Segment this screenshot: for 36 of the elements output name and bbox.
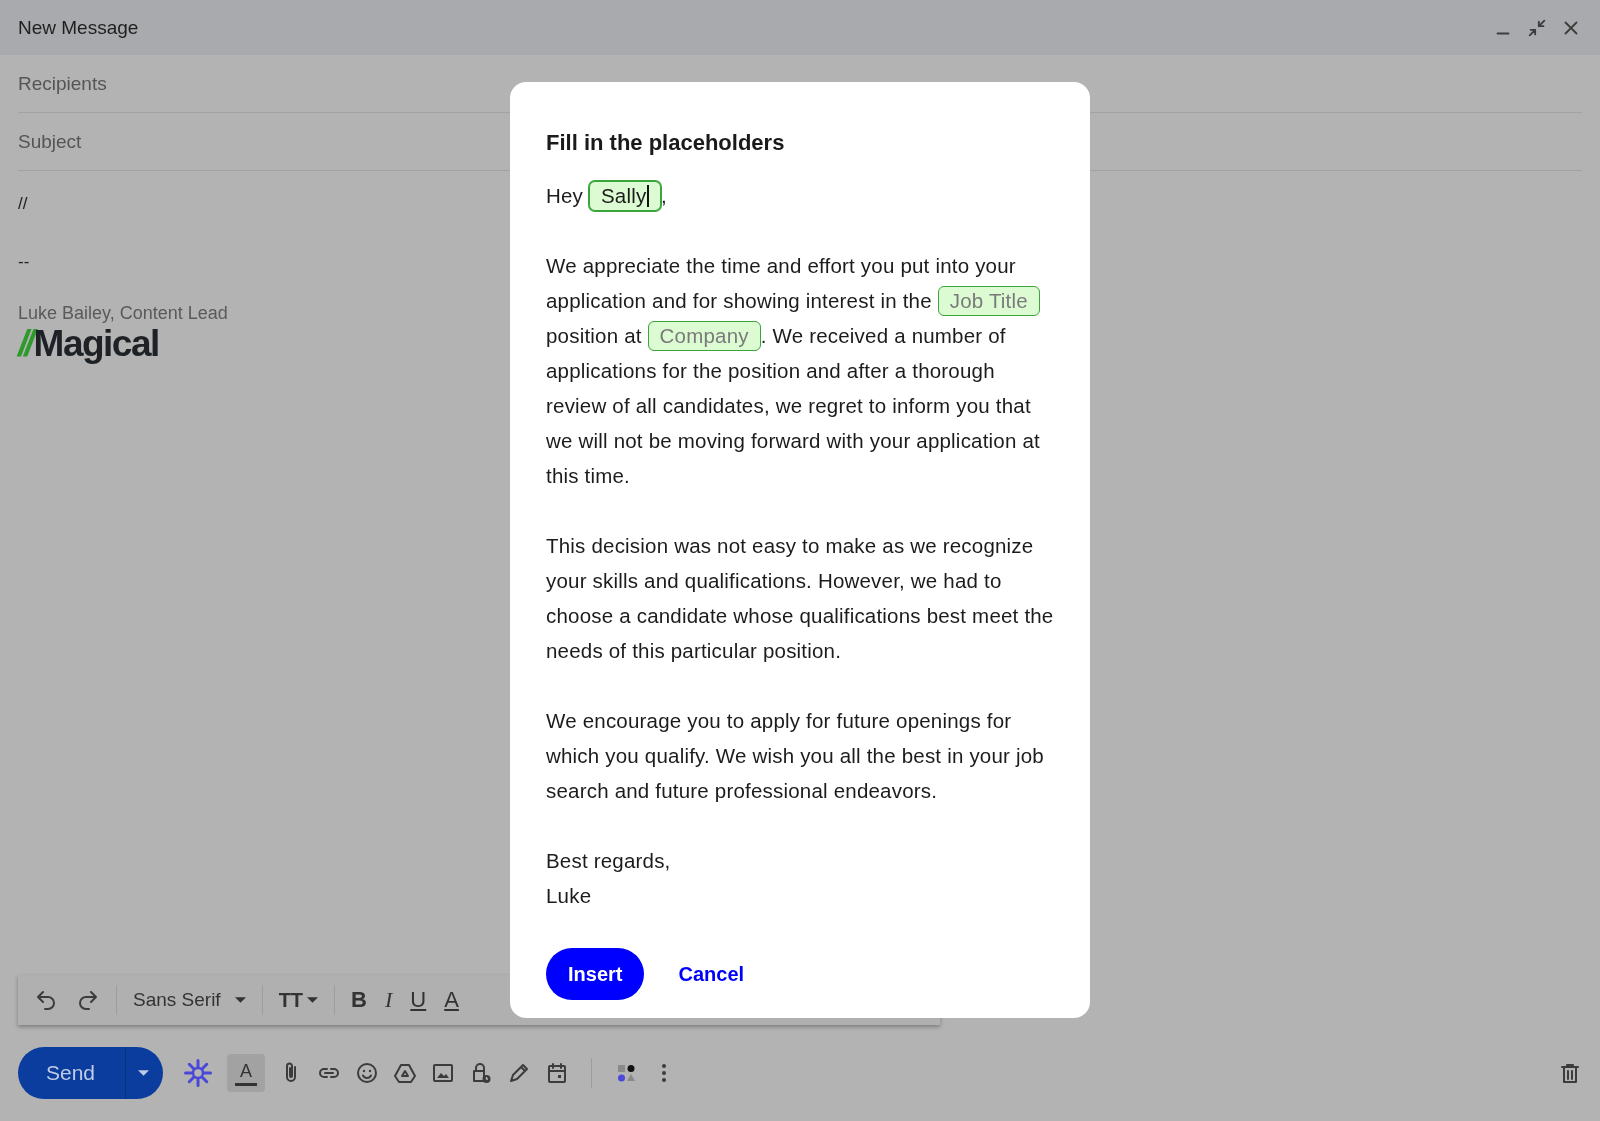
message-text: We appreciate the time and effort you put into your application and for showing interest in the Job Title position at Company . We received a number of applications for the position and after a thorough review of all candidates, we regret to inform you that we will not be moving forward with your application at this time. <box>546 253 1041 489</box>
body-text: -- <box>18 252 30 271</box>
message-text: We encourage you to apply for future openings for which you qualify. We wish you all the best in your job search and future professional endeavors. <box>546 708 1045 804</box>
message-text: This decision was not easy to make as we recognize your skills and qualifications. However, we had to choose a candidate whose qualifications best meet the needs of this particular position. <box>546 533 1055 664</box>
dialog-title: Fill in the placeholders <box>546 130 786 156</box>
format-button[interactable]: A <box>438 983 465 1017</box>
message-text: Hey Sally , <box>546 178 1060 213</box>
image-icon[interactable] <box>431 1061 456 1085</box>
redo-icon <box>76 988 100 1012</box>
caret-icon <box>234 997 246 1003</box>
window-title: New Message <box>18 16 139 39</box>
placeholder-field[interactable]: Company <box>647 321 761 351</box>
font-dropdown[interactable]: Sans Serif <box>127 985 252 1015</box>
insert-button[interactable]: Insert <box>546 948 645 1000</box>
triangle-icon[interactable] <box>393 1061 418 1085</box>
text-size-dropdown[interactable]: TT <box>272 984 325 1016</box>
signature-text: Luke Bailey, Content Lead <box>18 303 228 324</box>
placeholder-field[interactable]: Sally <box>588 181 661 211</box>
text-color-button[interactable]: A <box>227 1054 266 1092</box>
recipients-field[interactable]: Recipients <box>18 72 1582 95</box>
undo-icon <box>34 988 58 1012</box>
caret-icon <box>138 1070 150 1076</box>
format-button[interactable]: B <box>345 983 373 1017</box>
cancel-button[interactable]: Cancel <box>678 962 745 986</box>
body-text: // <box>18 194 28 213</box>
caret-icon <box>307 997 319 1003</box>
format-button[interactable]: I <box>379 983 399 1017</box>
emoji-icon[interactable] <box>355 1061 380 1085</box>
message-text: Best regards, <box>546 848 672 874</box>
send-button[interactable]: Send <box>18 1047 164 1099</box>
placeholder-field[interactable]: Job Title <box>937 286 1040 316</box>
message-text: Luke <box>546 883 593 909</box>
trash-icon[interactable] <box>1558 1061 1582 1085</box>
logo: //Magical <box>18 324 159 364</box>
sparkle-icon[interactable] <box>183 1058 214 1088</box>
format-button[interactable]: U <box>404 983 433 1017</box>
